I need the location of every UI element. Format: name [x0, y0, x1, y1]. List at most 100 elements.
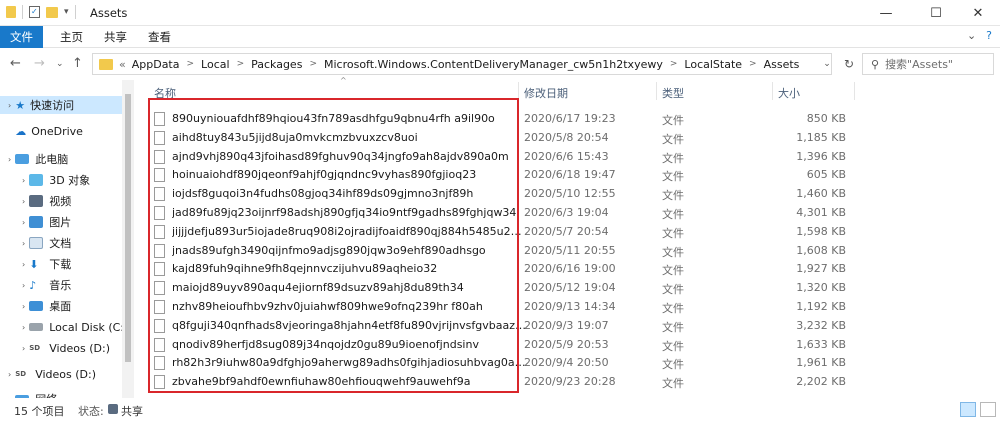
tab-file[interactable]: 文件	[0, 26, 43, 48]
nav-documents[interactable]: › 文档	[0, 234, 71, 252]
file-date: 2020/6/17 19:23	[524, 112, 616, 125]
navigation-pane: › ★ 快速访问 › ☁ OneDrive › 此电脑 › 3D 对象 › 视频…	[0, 80, 122, 398]
desktop-icon	[29, 301, 44, 311]
nav-quick-access[interactable]: › ★ 快速访问	[0, 96, 122, 114]
tab-share[interactable]: 共享	[104, 29, 127, 45]
breadcrumb-overflow[interactable]: «	[119, 58, 126, 71]
forward-arrow-icon[interactable]: →	[34, 56, 45, 71]
breadcrumb-contentdeliverymanager[interactable]: Microsoft.Windows.ContentDeliveryManager…	[324, 58, 663, 71]
column-type[interactable]: 类型	[662, 85, 684, 101]
breadcrumb-appdata[interactable]: AppData	[132, 58, 180, 71]
file-row[interactable]: jijjjdefju893ur5iojade8ruq908i2ojradijfo…	[140, 223, 1000, 241]
file-icon	[154, 112, 165, 126]
large-icons-view-button[interactable]	[980, 402, 996, 417]
nav-this-pc[interactable]: › 此电脑	[0, 150, 68, 168]
ribbon-tabs: 文件 主页 共享 查看 ⌄ ?	[0, 26, 1000, 48]
nav-network[interactable]: › 网络	[0, 390, 57, 398]
column-divider[interactable]	[772, 82, 773, 100]
computer-icon	[15, 154, 30, 164]
search-input[interactable]: ⚲ 搜索"Assets"	[862, 53, 994, 75]
sd-drive-icon: SD	[29, 344, 41, 352]
file-type: 文件	[662, 283, 684, 297]
file-row[interactable]: 890uyniouafdhf89hqiou43fn789asdhfgu9qbnu…	[140, 110, 1000, 128]
nav-local-disk-c[interactable]: › Local Disk (C:)	[0, 318, 122, 336]
file-size: 1,598 KB	[796, 224, 846, 238]
recent-locations-icon[interactable]: ⌄	[56, 59, 64, 69]
file-date: 2020/9/4 20:50	[524, 356, 609, 370]
details-view-button[interactable]	[960, 402, 976, 417]
help-icon[interactable]: ?	[986, 29, 992, 42]
expand-ribbon-icon[interactable]: ⌄	[967, 29, 976, 42]
breadcrumb-packages[interactable]: Packages	[251, 58, 302, 71]
tab-view[interactable]: 查看	[148, 29, 171, 45]
file-row[interactable]: rh82h3r9iuhw80a9dfghjo9aherwg89adhs0fgih…	[140, 354, 1000, 372]
nav-videos-d-root[interactable]: › SD Videos (D:)	[0, 365, 96, 383]
music-icon: ♪	[29, 278, 37, 292]
close-button[interactable]: ✕	[956, 0, 1000, 26]
file-row[interactable]: aihd8tuy843u5jijd8uja0mvkcmzbvuxzcv8uoi 2…	[140, 129, 1000, 147]
up-arrow-icon[interactable]: ↑	[72, 56, 83, 71]
file-row[interactable]: jnads89ufgh3490qijnfmo9adjsg890jqw3o9ehf…	[140, 242, 1000, 260]
navigation-bar: ← → ⌄ ↑ « AppData > Local > Packages > M…	[0, 48, 1000, 80]
nav-music[interactable]: › ♪ 音乐	[0, 276, 71, 294]
column-date[interactable]: 修改日期	[524, 85, 568, 101]
file-row[interactable]: kajd89fuh9qihne9fh8qejnnvczijuhvu89aqhei…	[140, 260, 1000, 278]
file-type: 文件	[662, 226, 684, 240]
chevron-right-icon[interactable]: >	[187, 59, 195, 69]
nav-3d-objects[interactable]: › 3D 对象	[0, 171, 90, 189]
maximize-button[interactable]: ☐	[914, 0, 958, 26]
refresh-icon[interactable]: ↻	[836, 53, 862, 75]
breadcrumb-localstate[interactable]: LocalState	[684, 58, 742, 71]
column-divider[interactable]	[518, 82, 519, 100]
file-icon	[154, 130, 165, 145]
file-icon	[154, 356, 165, 371]
chevron-right-icon[interactable]: >	[670, 59, 678, 69]
file-row[interactable]: maiojd89uyv890aqu4ejiornf89dsuzv89ahj8du…	[140, 279, 1000, 297]
customize-toolbar-icon[interactable]: ▾	[64, 7, 69, 17]
status-label: 状态:	[78, 405, 104, 418]
file-date: 2020/5/10 12:55	[524, 187, 616, 201]
disk-icon	[29, 323, 44, 331]
file-type: 文件	[662, 189, 684, 203]
file-type: 文件	[662, 339, 684, 353]
chevron-right-icon[interactable]: >	[237, 59, 245, 69]
column-name[interactable]: 名称	[154, 85, 176, 101]
minimize-button[interactable]: —	[864, 0, 908, 26]
new-folder-icon[interactable]	[46, 6, 58, 18]
file-row[interactable]: nzhv89heioufhbv9zhv0juiahwf809hwe9ofnq23…	[140, 298, 1000, 316]
tab-home[interactable]: 主页	[60, 29, 83, 45]
toolbar-divider	[74, 5, 76, 19]
breadcrumb-local[interactable]: Local	[201, 58, 230, 71]
breadcrumb-assets[interactable]: Assets	[764, 58, 800, 71]
file-row[interactable]: ajnd9vhj890q43jfoihasd89fghuv90q34jngfo9…	[140, 148, 1000, 166]
nav-videos[interactable]: › 视频	[0, 192, 71, 210]
nav-pictures[interactable]: › 图片	[0, 213, 71, 231]
file-size: 1,460 KB	[796, 187, 846, 201]
nav-desktop[interactable]: › 桌面	[0, 297, 71, 315]
properties-icon[interactable]: ✓	[29, 6, 40, 18]
nav-onedrive[interactable]: › ☁ OneDrive	[0, 122, 83, 140]
nav-label: Local Disk (C:)	[49, 320, 122, 334]
scrollbar-thumb[interactable]	[125, 94, 131, 362]
nav-label: Videos (D:)	[35, 367, 97, 381]
nav-scrollbar[interactable]	[122, 80, 134, 398]
file-row[interactable]: iojdsf8guqoi3n4fudhs08gjoq34ihf89ds09gjm…	[140, 185, 1000, 203]
file-row[interactable]: zbvahe9bf9ahdf0ewnfiuhaw80ehfiouqwehf9au…	[140, 373, 1000, 391]
column-size[interactable]: 大小	[778, 85, 800, 101]
address-bar[interactable]: « AppData > Local > Packages > Microsoft…	[92, 53, 832, 75]
column-divider[interactable]	[854, 82, 855, 100]
file-type: 文件	[662, 377, 684, 391]
chevron-right-icon[interactable]: >	[749, 59, 757, 69]
column-divider[interactable]	[656, 82, 657, 100]
file-row[interactable]: q8fguji340qnfhads8vjeoringa8hjahn4etf8fu…	[140, 317, 1000, 335]
back-arrow-icon[interactable]: ←	[10, 56, 21, 71]
file-row[interactable]: jad89fu89jq23oijnrf98adshj890gfjq34io9nt…	[140, 204, 1000, 222]
file-size: 1,185 KB	[796, 130, 846, 144]
file-row[interactable]: hoinuaiohdf890jqeonf9ahjf0gjqndnc9vyhas8…	[140, 166, 1000, 184]
file-row[interactable]: qnodiv89herfjd8sug089j34nqojdz0gu89u9ioe…	[140, 336, 1000, 354]
nav-videos-d[interactable]: › SD Videos (D:)	[0, 339, 110, 357]
file-size: 4,301 KB	[796, 206, 846, 219]
chevron-right-icon[interactable]: >	[309, 59, 317, 69]
cube-icon	[29, 174, 44, 186]
nav-downloads[interactable]: › ⬇ 下载	[0, 255, 71, 273]
